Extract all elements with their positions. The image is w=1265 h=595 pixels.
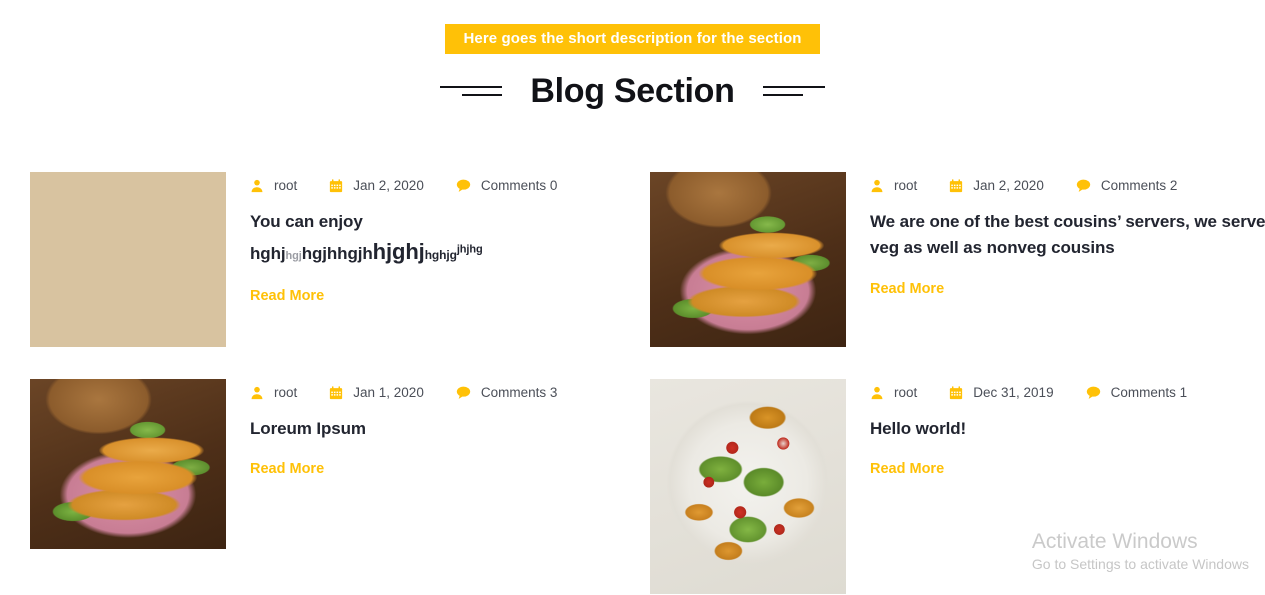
post-comments: Comments 0 <box>456 178 558 193</box>
post-date: Jan 2, 2020 <box>949 178 1044 193</box>
post-comments-label: Comments 0 <box>480 178 558 193</box>
post-comments: Comments 1 <box>1086 385 1188 400</box>
calendar-icon <box>329 178 343 193</box>
post-date-label: Dec 31, 2019 <box>973 385 1054 400</box>
section-header: Here goes the short description for the … <box>0 0 1265 108</box>
calendar-icon <box>949 178 963 193</box>
read-more-link[interactable]: Read More <box>870 281 944 297</box>
divider-line-left-icon <box>440 83 503 99</box>
post-comments: Comments 3 <box>456 385 558 400</box>
post-author-label: root <box>894 178 918 193</box>
post-meta: root <box>250 385 650 400</box>
user-icon <box>870 179 884 193</box>
comment-icon <box>456 178 471 193</box>
calendar-icon <box>949 385 963 400</box>
post-author: root <box>250 178 297 193</box>
post-author-label: root <box>274 178 298 193</box>
post-thumbnail[interactable] <box>650 172 846 347</box>
read-more-link[interactable]: Read More <box>250 288 324 304</box>
post-thumbnail[interactable] <box>30 379 226 549</box>
section-title-row: Blog Section <box>0 74 1265 108</box>
post-date-label: Jan 2, 2020 <box>353 178 424 193</box>
post-title-frag-5: hghjg <box>424 248 457 263</box>
read-more-link[interactable]: Read More <box>870 461 944 477</box>
post-thumbnail[interactable] <box>650 379 846 594</box>
post-comments-label: Comments 3 <box>480 385 558 400</box>
post-date-label: Jan 2, 2020 <box>973 178 1044 193</box>
post-comments: Comments 2 <box>1076 178 1178 193</box>
page-title: Blog Section <box>530 72 735 110</box>
post-author-label: root <box>894 385 918 400</box>
blog-post-card[interactable]: root <box>30 172 650 347</box>
post-comments-label: Comments 1 <box>1110 385 1188 400</box>
post-meta: root <box>870 178 1265 193</box>
post-body: root <box>226 379 650 478</box>
post-comments-label: Comments 2 <box>1100 178 1178 193</box>
divider-line-right-icon <box>762 83 825 99</box>
comment-icon <box>456 385 471 400</box>
comment-icon <box>1076 178 1091 193</box>
user-icon <box>250 179 264 193</box>
post-date: Dec 31, 2019 <box>949 385 1054 400</box>
post-title[interactable]: Hello world! <box>870 416 1230 442</box>
post-title-line1: You can enjoy <box>250 212 363 231</box>
user-icon <box>870 386 884 400</box>
post-meta: root <box>250 178 650 193</box>
read-more-link[interactable]: Read More <box>250 461 324 477</box>
post-title[interactable]: Loreum Ipsum <box>250 416 610 442</box>
post-title-frag-2: hgj <box>285 250 302 263</box>
post-author: root <box>870 178 917 193</box>
watermark-subtitle: Go to Settings to activate Windows <box>1031 555 1249 572</box>
comment-icon <box>1086 385 1101 400</box>
calendar-icon <box>329 385 343 400</box>
post-date: Jan 2, 2020 <box>329 178 424 193</box>
post-title-frag-4: hjghj <box>372 239 425 265</box>
post-meta: root <box>870 385 1265 400</box>
post-body: root <box>226 172 650 305</box>
post-date: Jan 1, 2020 <box>329 385 424 400</box>
post-title-frag-1: hghj <box>250 244 286 264</box>
user-icon <box>250 386 264 400</box>
blog-post-card[interactable]: root <box>30 379 650 594</box>
post-title[interactable]: You can enjoy hghjhgjhgjhhgjhhjghjhghjgj… <box>250 209 610 269</box>
post-title[interactable]: We are one of the best cousins’ servers,… <box>870 209 1265 262</box>
watermark-title: Activate Windows <box>1031 529 1198 553</box>
post-body: root <box>846 379 1265 478</box>
post-body: root <box>846 172 1265 298</box>
post-author: root <box>870 385 917 400</box>
windows-activation-watermark: Activate Windows Go to Settings to activ… <box>1032 529 1249 573</box>
post-author-label: root <box>274 385 298 400</box>
post-thumbnail[interactable] <box>30 172 226 347</box>
section-subtitle-badge: Here goes the short description for the … <box>445 24 820 54</box>
post-date-label: Jan 1, 2020 <box>353 385 424 400</box>
post-title-frag-3: hgjhhgjh <box>301 244 373 264</box>
post-author: root <box>250 385 297 400</box>
post-title-frag-6: jhjhg <box>456 243 483 256</box>
blog-post-card[interactable]: root <box>650 172 1265 347</box>
